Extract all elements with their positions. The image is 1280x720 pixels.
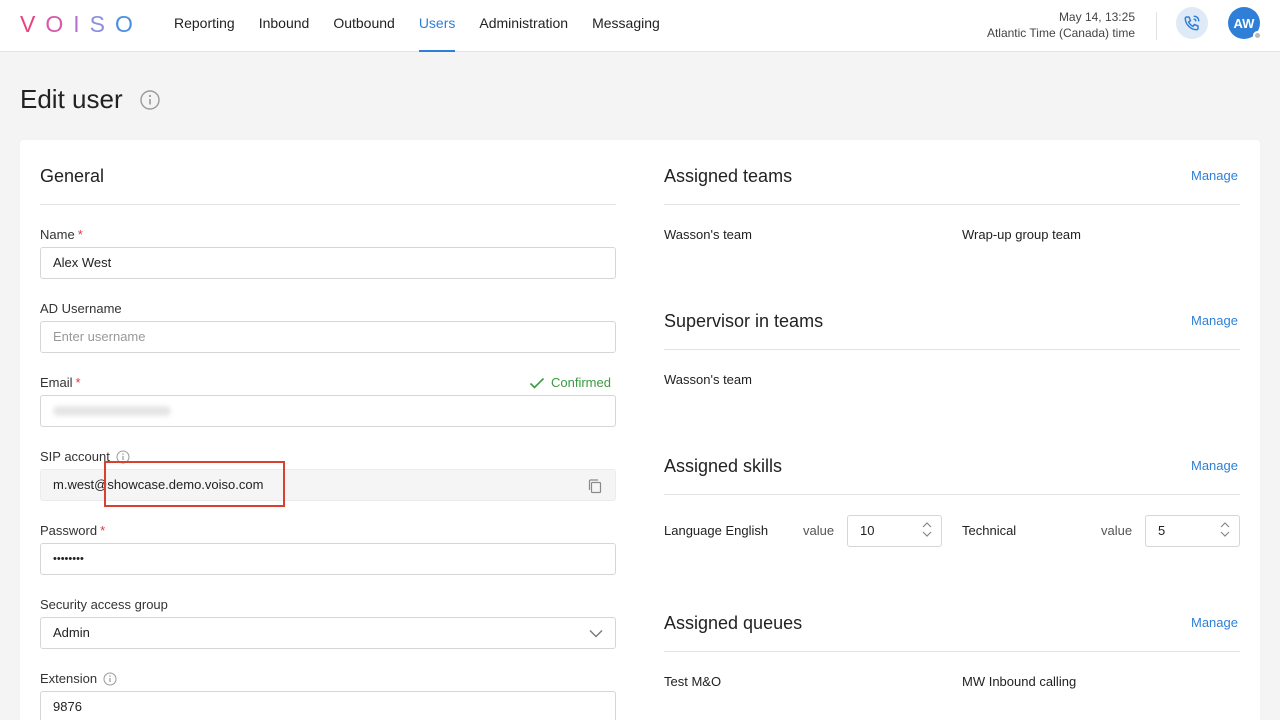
avatar-initials: AW [1233, 15, 1255, 31]
header-divider [1156, 12, 1157, 40]
teams-divider [664, 204, 1240, 205]
nav-messaging[interactable]: Messaging [580, 0, 672, 52]
blurred-email [53, 406, 171, 416]
chevron-up-icon[interactable] [922, 522, 932, 528]
skill-value: 10 [860, 523, 875, 538]
check-icon [529, 377, 545, 389]
extension-label: Extension [40, 671, 117, 686]
required-mark: * [77, 227, 83, 242]
extension-field[interactable]: 9876 [40, 691, 616, 720]
email-confirmed-status: Confirmed [529, 375, 611, 390]
email-label-text: Email [40, 375, 73, 390]
chevron-up-icon[interactable] [1220, 522, 1230, 528]
supervisor-team-item: Wasson's team [664, 372, 752, 387]
spinner-arrows[interactable] [1220, 522, 1230, 537]
queue-item: Test M&O [664, 674, 722, 689]
skill-value-stepper[interactable]: 5 [1145, 515, 1240, 547]
ad-username-label: AD Username [40, 301, 122, 316]
name-field[interactable]: Alex West [40, 247, 616, 279]
security-group-select[interactable]: Admin [40, 617, 616, 649]
chevron-down-icon[interactable] [922, 531, 932, 537]
password-field[interactable]: •••••••• [40, 543, 616, 575]
skill-value-stepper[interactable]: 10 [847, 515, 942, 547]
name-label-text: Name [40, 227, 75, 242]
nav-outbound[interactable]: Outbound [321, 0, 407, 52]
general-section-title: General [40, 166, 105, 186]
status-dot [1253, 31, 1262, 40]
main-nav: Reporting Inbound Outbound Users Adminis… [162, 0, 672, 52]
spinner-arrows[interactable] [922, 522, 932, 537]
email-field[interactable] [40, 395, 616, 427]
skills-divider [664, 494, 1240, 495]
password-label: Password * [40, 523, 105, 538]
required-mark: * [100, 523, 106, 538]
skill-name: Technical [962, 523, 1017, 538]
skill-value-label: value [1101, 523, 1133, 538]
manage-skills-link[interactable]: Manage [1191, 458, 1238, 473]
queue-item: MW Inbound calling [962, 674, 1077, 689]
supervisor-divider [664, 349, 1240, 350]
skill-value-label: value [803, 523, 835, 538]
info-icon[interactable] [140, 90, 160, 110]
extension-label-text: Extension [40, 671, 98, 686]
phone-icon [1184, 15, 1200, 31]
assigned-skills-title: Assigned skills [664, 456, 783, 476]
sip-account-label-text: SIP account [40, 449, 110, 464]
top-navigation-bar: V O I S O Reporting Inbound Outbound Use… [0, 0, 1280, 52]
logo-letter: S [89, 11, 106, 37]
password-label-text: Password [40, 523, 98, 538]
assigned-queues-title: Assigned queues [664, 613, 803, 633]
queues-divider [664, 651, 1240, 652]
nav-inbound[interactable]: Inbound [247, 0, 322, 52]
security-group-value: Admin [53, 625, 90, 640]
email-label: Email * [40, 375, 81, 390]
manage-teams-link[interactable]: Manage [1191, 168, 1238, 183]
team-item: Wrap-up group team [962, 227, 1081, 242]
clock-timezone: Atlantic Time (Canada) time [986, 26, 1135, 40]
nav-administration[interactable]: Administration [467, 0, 580, 52]
user-avatar[interactable]: AW [1228, 7, 1262, 40]
chevron-down-icon[interactable] [1220, 531, 1230, 537]
assigned-teams-title: Assigned teams [664, 166, 793, 186]
confirmed-text: Confirmed [551, 375, 611, 390]
skill-value: 5 [1158, 523, 1166, 538]
page-title: Edit user [20, 84, 123, 114]
security-group-label: Security access group [40, 597, 168, 612]
annotation-highlight [104, 461, 285, 507]
logo-letter: O [45, 11, 65, 37]
nav-reporting[interactable]: Reporting [162, 0, 247, 52]
nav-users[interactable]: Users [407, 0, 468, 52]
general-divider [40, 204, 616, 205]
phone-button[interactable] [1176, 7, 1208, 39]
manage-supervisor-link[interactable]: Manage [1191, 313, 1238, 328]
supervisor-teams-title: Supervisor in teams [664, 311, 824, 331]
chevron-down-icon [589, 630, 603, 638]
required-mark: * [75, 375, 81, 390]
copy-icon[interactable] [587, 478, 603, 494]
logo-letter: I [73, 11, 81, 37]
clock: May 14, 13:25 Atlantic Time (Canada) tim… [987, 9, 1135, 41]
name-label: Name * [40, 227, 83, 242]
voiso-logo[interactable]: V O I S O [20, 11, 134, 38]
logo-letter: O [114, 11, 134, 37]
ad-username-placeholder: Enter username [53, 329, 146, 344]
skill-name: Language English [664, 523, 769, 538]
ad-username-field[interactable]: Enter username [40, 321, 616, 353]
clock-date: May 14, 13:25 [1058, 10, 1135, 24]
info-icon[interactable] [103, 672, 117, 686]
manage-queues-link[interactable]: Manage [1191, 615, 1238, 630]
logo-letter: V [20, 11, 37, 37]
team-item: Wasson's team [664, 227, 752, 242]
